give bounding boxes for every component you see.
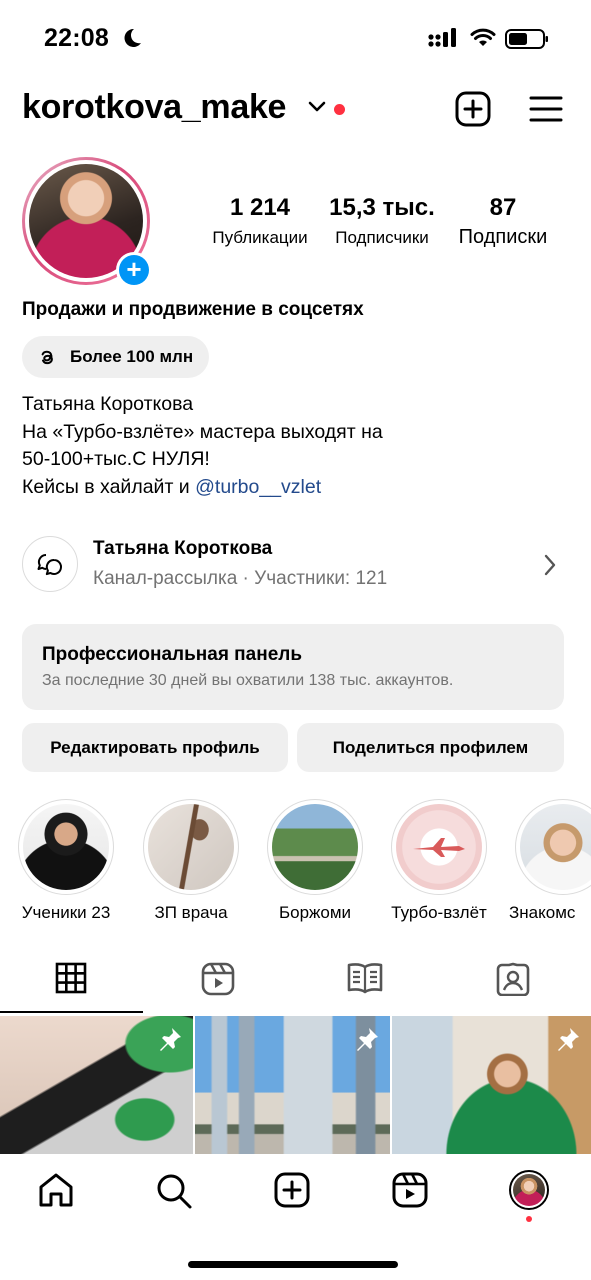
add-story-button[interactable]: + xyxy=(116,252,152,288)
reels-icon[interactable] xyxy=(201,962,235,996)
menu-icon[interactable] xyxy=(529,95,563,123)
active-tab-indicator xyxy=(0,1011,143,1013)
pin-icon xyxy=(558,1028,579,1051)
pro-panel-title: Профессиональная панель xyxy=(42,644,303,665)
bio-line-2: На «Турбо-взлёте» мастера выходят на xyxy=(22,420,383,443)
highlight-label: Турбо-взлёт xyxy=(391,903,487,922)
highlight-item[interactable]: Знакомс xyxy=(509,799,591,923)
chevron-right-icon[interactable] xyxy=(543,553,557,577)
threads-badge[interactable]: Более 100 млн xyxy=(22,336,210,378)
stat-posts-label: Публикации xyxy=(212,228,308,247)
grid-post[interactable] xyxy=(0,1016,193,1154)
highlight-item[interactable]: Ученики 23 xyxy=(18,799,114,923)
bio-mention-link[interactable]: @turbo__vzlet xyxy=(195,476,321,498)
stat-followers[interactable]: 15,3 тыс. Подписчики xyxy=(322,194,442,248)
stat-following-value: 87 xyxy=(489,194,517,221)
guide-icon[interactable] xyxy=(347,962,383,994)
highlight-cover xyxy=(23,804,109,890)
highlight-label: ЗП врача xyxy=(154,903,228,922)
pro-panel-subtitle: За последние 30 дней вы охватили 138 тыс… xyxy=(42,672,454,689)
tagged-icon[interactable] xyxy=(496,962,530,996)
highlight-cover xyxy=(148,804,234,890)
signal-icon xyxy=(428,28,456,47)
stat-posts[interactable]: 1 214 Публикации xyxy=(200,194,320,248)
create-icon[interactable] xyxy=(274,1172,310,1208)
notification-dot xyxy=(334,104,345,115)
moon-icon xyxy=(124,28,141,47)
notification-dot xyxy=(526,1216,532,1222)
stat-followers-label: Подписчики xyxy=(335,228,429,247)
home-icon[interactable] xyxy=(37,1172,75,1208)
highlight-label: Боржоми xyxy=(278,903,352,922)
highlight-item[interactable]: Боржоми xyxy=(267,799,363,923)
reels-nav-icon[interactable] xyxy=(392,1172,428,1208)
stat-following-label: Подписки xyxy=(458,226,548,248)
search-icon[interactable] xyxy=(155,1172,193,1210)
broadcast-channel-icon[interactable] xyxy=(22,536,78,592)
pin-icon xyxy=(160,1028,181,1051)
battery-icon xyxy=(505,29,548,49)
grid-icon[interactable] xyxy=(55,962,87,994)
bio-line-1: Татьяна Короткова xyxy=(22,393,194,415)
create-post-icon[interactable] xyxy=(455,91,491,127)
highlight-cover xyxy=(272,804,358,890)
bio-line-4: Кейсы в хайлайт и xyxy=(22,475,196,498)
stat-following[interactable]: 87 Подписки xyxy=(448,194,558,249)
grid-post[interactable] xyxy=(195,1016,390,1154)
stat-followers-value: 15,3 тыс. xyxy=(329,194,435,221)
bio-text: Татьяна Короткова На «Турбо-взлёте» маст… xyxy=(22,391,383,501)
profile-username[interactable]: korotkova_make xyxy=(22,88,286,127)
highlight-item[interactable]: Турбо-взлёт xyxy=(391,799,487,923)
bio-line-3: 50-100+тыс.С НУЛЯ! xyxy=(22,448,210,470)
highlight-item[interactable]: ЗП врача xyxy=(143,799,239,923)
chevron-down-icon[interactable] xyxy=(307,100,327,114)
grid-post[interactable] xyxy=(392,1016,591,1154)
threads-label: Более 100 млн xyxy=(70,347,194,366)
highlight-label: Знакомс xyxy=(509,903,576,922)
channel-subtitle: Канал-рассылка · Участники: 121 xyxy=(93,568,388,589)
wifi-icon xyxy=(470,28,496,46)
highlight-cover xyxy=(396,804,482,890)
threads-icon xyxy=(41,350,53,365)
highlight-cover xyxy=(520,804,591,890)
share-profile-button[interactable]: Поделиться профилем xyxy=(297,723,564,772)
professional-dashboard[interactable]: Профессиональная панель За последние 30 … xyxy=(22,624,564,710)
status-time: 22:08 xyxy=(44,24,109,52)
home-indicator xyxy=(188,1261,398,1268)
profile-nav-avatar[interactable] xyxy=(509,1170,549,1210)
profile-category: Продажи и продвижение в соцсетях xyxy=(22,299,364,320)
pin-icon xyxy=(357,1028,378,1051)
edit-profile-button[interactable]: Редактировать профиль xyxy=(22,723,288,772)
stat-posts-value: 1 214 xyxy=(229,194,291,221)
highlight-label: Ученики 23 xyxy=(21,903,111,922)
channel-name[interactable]: Татьяна Короткова xyxy=(93,538,272,560)
